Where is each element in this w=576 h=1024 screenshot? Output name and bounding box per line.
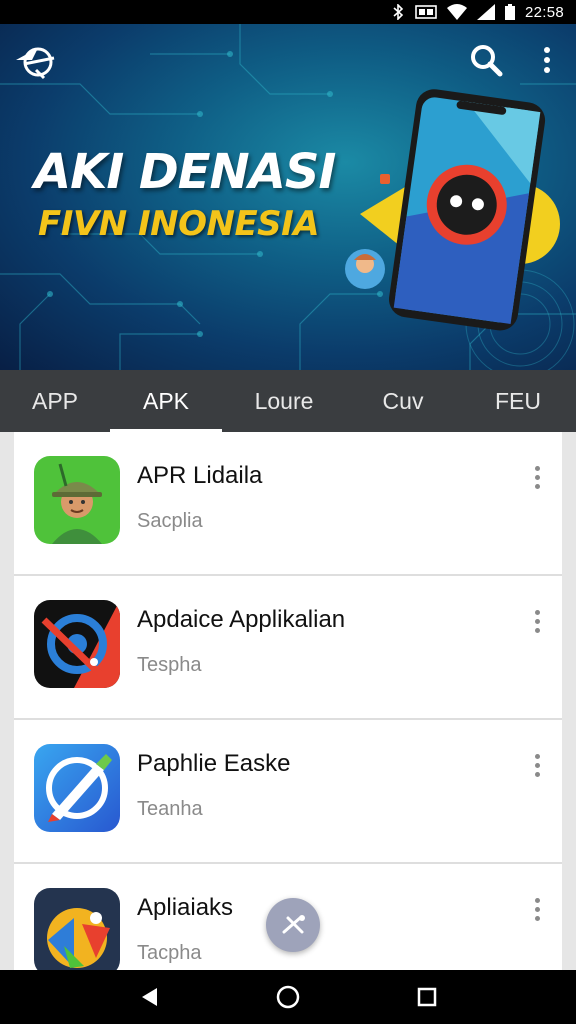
recents-icon[interactable] [407,977,447,1017]
hero-banner: AKI DENASI FIVN INONESIA [0,24,576,370]
status-time: 22:58 [524,3,564,21]
app-name: Apliaiaks [137,894,234,921]
banner-subtitle: FIVN INONESIA [38,204,320,244]
explorer-avatar-icon [34,456,120,544]
item-more-icon[interactable] [526,604,548,638]
tab-label: APP [31,387,79,414]
screen: 22:58 AKI DENASI FIVN INONESIA APP APK L… [0,0,576,1024]
tab-label: FEU [495,387,541,414]
battery-icon [504,4,515,20]
list-item[interactable]: Apdaice Applikalian Tespha [14,576,562,720]
app-subtitle: Sacplia [137,510,203,532]
item-more-icon[interactable] [526,460,548,494]
phone-illustration [345,89,560,331]
banner-title: AKI DENASI [34,144,336,200]
app-subtitle: Tacpha [137,942,202,964]
system-nav-bar [0,970,576,1024]
item-more-icon[interactable] [526,892,548,926]
back-icon[interactable] [129,977,169,1017]
status-bar: 22:58 [0,0,576,24]
pen-compass-icon [34,744,120,832]
app-name: Apdaice Applikalian [137,606,346,633]
list-item[interactable]: APR Lidaila Sacplia [14,432,562,576]
tab-feu[interactable]: FEU [460,370,576,432]
tab-apk[interactable]: APK [110,370,222,432]
more-vert-icon[interactable] [532,40,562,80]
home-icon[interactable] [268,977,308,1017]
list-item[interactable]: Paphlie Easke Teanha [14,720,562,864]
app-subtitle: Tespha [137,654,202,676]
app-list: APR Lidaila Sacplia Apdaice Applikalian … [14,432,562,970]
sim-icon [415,4,437,20]
tab-loure[interactable]: Loure [222,370,346,432]
search-icon[interactable] [466,40,506,80]
tools-icon [282,915,305,934]
app-subtitle: Teanha [137,798,203,820]
tab-app[interactable]: APP [0,370,110,432]
app-logo-icon[interactable] [14,40,58,80]
tab-label: APK [142,387,190,414]
app-name: APR Lidaila [137,462,263,489]
category-tabs: APP APK Loure Cuv FEU [0,370,576,432]
bluetooth-icon [391,4,405,20]
wifi-icon [446,4,467,20]
tab-label: Cuv [382,387,424,414]
target-app-icon [34,600,120,688]
tab-cuv[interactable]: Cuv [346,370,460,432]
tools-fab-button[interactable] [266,898,320,952]
item-more-icon[interactable] [526,748,548,782]
app-name: Paphlie Easke [137,750,291,777]
signal-icon [476,4,495,20]
tab-label: Loure [254,387,314,414]
collage-app-icon [34,888,120,970]
